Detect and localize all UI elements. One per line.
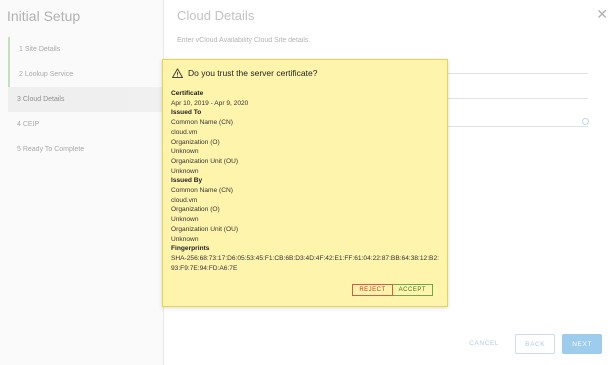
- cert-section-heading: Certificate: [171, 90, 204, 97]
- certificate-details: Certificate Apr 10, 2019 - Apr 9, 2020 Iss…: [171, 89, 441, 273]
- certificate-trust-dialog: Do you trust the server certificate? Cer…: [162, 59, 448, 307]
- cert-detail-line: Unknown: [171, 167, 199, 175]
- cert-detail-line: cloud.vm: [171, 128, 198, 136]
- cert-detail-line: Organization Unit (OU): [171, 157, 239, 165]
- cert-detail-line: Common Name (CN): [171, 187, 233, 195]
- accept-button[interactable]: ACCEPT: [392, 284, 433, 296]
- cert-detail-line: Organization (O): [171, 206, 220, 214]
- cert-section-heading: Fingerprints: [171, 245, 210, 253]
- reject-button[interactable]: REJECT: [352, 284, 393, 296]
- cert-detail-line: Apr 10, 2019 - Apr 9, 2020: [171, 99, 249, 107]
- cert-section-heading: Issued By: [171, 177, 203, 185]
- dialog-header: Do you trust the server certificate?: [172, 68, 317, 78]
- cert-section-heading: Issued To: [171, 109, 202, 117]
- cert-detail-line: Common Name (CN): [171, 119, 233, 127]
- cert-detail-line: cloud.vm: [171, 196, 198, 204]
- cert-detail-line: Unknown: [171, 235, 199, 243]
- cert-detail-line: Unknown: [171, 148, 199, 156]
- warning-icon: [172, 68, 183, 78]
- cert-detail-line: Organization (O): [171, 138, 220, 146]
- cert-fingerprint: SHA-256:68:73:17:D6:05:53:45:F1:CB:6B:D3…: [171, 254, 439, 272]
- dialog-title: Do you trust the server certificate?: [188, 68, 318, 78]
- cert-detail-line: Organization Unit (OU): [171, 225, 239, 233]
- cert-detail-line: Unknown: [171, 216, 199, 224]
- dialog-actions: REJECT ACCEPT: [352, 284, 433, 296]
